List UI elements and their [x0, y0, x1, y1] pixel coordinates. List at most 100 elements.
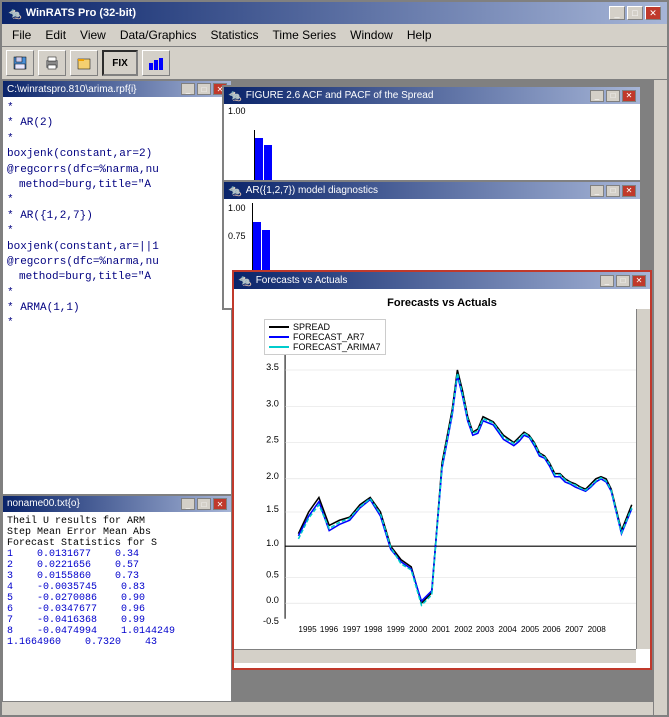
- toolbar: FIX: [2, 47, 667, 80]
- output-subheader: Forecast Statistics for S: [7, 538, 227, 549]
- script-window-controls: _ □ ✕: [181, 83, 227, 95]
- forecast-hscroll[interactable]: [234, 649, 636, 663]
- forecast-window: 🐀 Forecasts vs Actuals _ □ ✕ Forecasts v…: [232, 270, 652, 670]
- acf-window-controls: _ □ ✕: [590, 90, 636, 102]
- acf-icon: 🐀: [228, 89, 242, 102]
- script-line-13: *: [7, 286, 227, 301]
- svg-text:2008: 2008: [588, 625, 607, 634]
- acf-minimize[interactable]: _: [590, 90, 604, 102]
- script-line-12: method=burg,title="A: [7, 270, 227, 285]
- svg-text:2001: 2001: [432, 625, 451, 634]
- script-line-4: boxjenk(constant,ar=2): [7, 147, 227, 162]
- output-minimize[interactable]: _: [181, 498, 195, 510]
- menu-window[interactable]: Window: [344, 26, 399, 44]
- ar-window-controls: _ □ ✕: [590, 185, 636, 197]
- output-row-5: 5 -0.0270086 0.90: [7, 593, 227, 604]
- menu-statistics[interactable]: Statistics: [205, 26, 265, 44]
- chart-icon: [148, 55, 164, 71]
- output-row-6: 6 -0.0347677 0.96: [7, 604, 227, 615]
- close-button[interactable]: ✕: [645, 6, 661, 20]
- acf-figure-title: FIGURE 2.6 ACF and PACF of the Spread: [242, 90, 590, 101]
- forecast-legend: SPREAD FORECAST_AR7 FORECAST_ARIMA7: [264, 319, 386, 355]
- script-line-7: *: [7, 193, 227, 208]
- mdi-vscroll[interactable]: [653, 80, 667, 715]
- svg-text:2003: 2003: [476, 625, 495, 634]
- menu-bar: File Edit View Data/Graphics Statistics …: [2, 24, 667, 47]
- open-button[interactable]: [70, 50, 98, 76]
- chart-button[interactable]: [142, 50, 170, 76]
- ar-minimize[interactable]: _: [590, 185, 604, 197]
- output-row-7: 7 -0.0416368 0.99: [7, 615, 227, 626]
- fix-button[interactable]: FIX: [102, 50, 138, 76]
- script-line-11: @regcorrs(dfc=%narma,nu: [7, 255, 227, 270]
- svg-text:1995: 1995: [298, 625, 317, 634]
- svg-text:2004: 2004: [498, 625, 517, 634]
- output-title-bar: noname00.txt{o} _ □ ✕: [3, 496, 231, 512]
- output-row-3: 3 0.0155860 0.73: [7, 571, 227, 582]
- script-line-5: @regcorrs(dfc=%narma,nu: [7, 163, 227, 178]
- svg-text:2000: 2000: [409, 625, 428, 634]
- script-line-14: * ARMA(1,1): [7, 301, 227, 316]
- forecast-chart-svg: 4.0 3.5 3.0 2.5 2.0 1.5 1.0 0.5 0.0 -0.5…: [242, 313, 642, 655]
- acf-close[interactable]: ✕: [622, 90, 636, 102]
- svg-text:1.0: 1.0: [266, 538, 279, 548]
- svg-text:-0.5: -0.5: [263, 616, 279, 626]
- svg-text:2.5: 2.5: [266, 435, 279, 445]
- save-button[interactable]: [6, 50, 34, 76]
- svg-text:2007: 2007: [565, 625, 584, 634]
- ar-title-bar: 🐀 AR({1,2,7}) model diagnostics _ □ ✕: [224, 182, 640, 199]
- svg-text:2.0: 2.0: [266, 471, 279, 481]
- menu-view[interactable]: View: [74, 26, 112, 44]
- forecast-close[interactable]: ✕: [632, 275, 646, 287]
- maximize-button[interactable]: □: [627, 6, 643, 20]
- output-window-controls: _ □ ✕: [181, 498, 227, 510]
- script-window: C:\winratspro.810\arima.rpf{i} _ □ ✕ * *…: [2, 80, 232, 495]
- output-window: noname00.txt{o} _ □ ✕ Theil U results fo…: [2, 495, 232, 715]
- acf-figure-title-bar: 🐀 FIGURE 2.6 ACF and PACF of the Spread …: [224, 87, 640, 104]
- forecast-icon: 🐀: [238, 274, 252, 287]
- menu-data-graphics[interactable]: Data/Graphics: [114, 26, 203, 44]
- forecast-window-title: Forecasts vs Actuals: [252, 275, 600, 286]
- script-line-15: *: [7, 316, 227, 331]
- output-body[interactable]: Theil U results for ARM Step Mean Error …: [3, 512, 231, 710]
- main-window: 🐀 WinRATS Pro (32-bit) _ □ ✕ File Edit V…: [0, 0, 669, 717]
- legend-ar7-label: FORECAST_AR7: [293, 332, 365, 342]
- forecast-vscroll[interactable]: [636, 309, 650, 649]
- forecast-minimize[interactable]: _: [600, 275, 614, 287]
- print-icon: [44, 55, 60, 71]
- app-icon: 🐀: [8, 7, 22, 20]
- ar-close[interactable]: ✕: [622, 185, 636, 197]
- mdi-hscroll[interactable]: [2, 701, 653, 715]
- legend-arima7-label: FORECAST_ARIMA7: [293, 342, 381, 352]
- menu-time-series[interactable]: Time Series: [267, 26, 343, 44]
- script-maximize[interactable]: □: [197, 83, 211, 95]
- ar-y-mid: 0.75: [228, 231, 246, 241]
- menu-file[interactable]: File: [6, 26, 37, 44]
- mdi-area: C:\winratspro.810\arima.rpf{i} _ □ ✕ * *…: [2, 80, 667, 715]
- output-columns: Step Mean Error Mean Abs: [7, 527, 227, 538]
- script-minimize[interactable]: _: [181, 83, 195, 95]
- save-icon: [12, 55, 28, 71]
- forecast-window-controls: _ □ ✕: [600, 275, 646, 287]
- script-body[interactable]: * * AR(2) * boxjenk(constant,ar=2) @regc…: [3, 97, 231, 490]
- svg-text:1996: 1996: [320, 625, 339, 634]
- minimize-button[interactable]: _: [609, 6, 625, 20]
- script-line-9: *: [7, 224, 227, 239]
- script-window-title: C:\winratspro.810\arima.rpf{i}: [7, 84, 137, 95]
- acf-maximize[interactable]: □: [606, 90, 620, 102]
- forecast-maximize[interactable]: □: [616, 275, 630, 287]
- svg-text:3.0: 3.0: [266, 398, 279, 408]
- print-button[interactable]: [38, 50, 66, 76]
- script-line-1: *: [7, 101, 227, 116]
- svg-text:2002: 2002: [454, 625, 473, 634]
- menu-help[interactable]: Help: [401, 26, 438, 44]
- legend-arima7-line: [269, 346, 289, 348]
- legend-ar7: FORECAST_AR7: [269, 332, 381, 342]
- menu-edit[interactable]: Edit: [39, 26, 72, 44]
- legend-spread-line: [269, 326, 289, 328]
- output-maximize[interactable]: □: [197, 498, 211, 510]
- ar-maximize[interactable]: □: [606, 185, 620, 197]
- output-close[interactable]: ✕: [213, 498, 227, 510]
- output-row-4: 4 -0.0035745 0.83: [7, 582, 227, 593]
- svg-text:0.5: 0.5: [266, 569, 279, 579]
